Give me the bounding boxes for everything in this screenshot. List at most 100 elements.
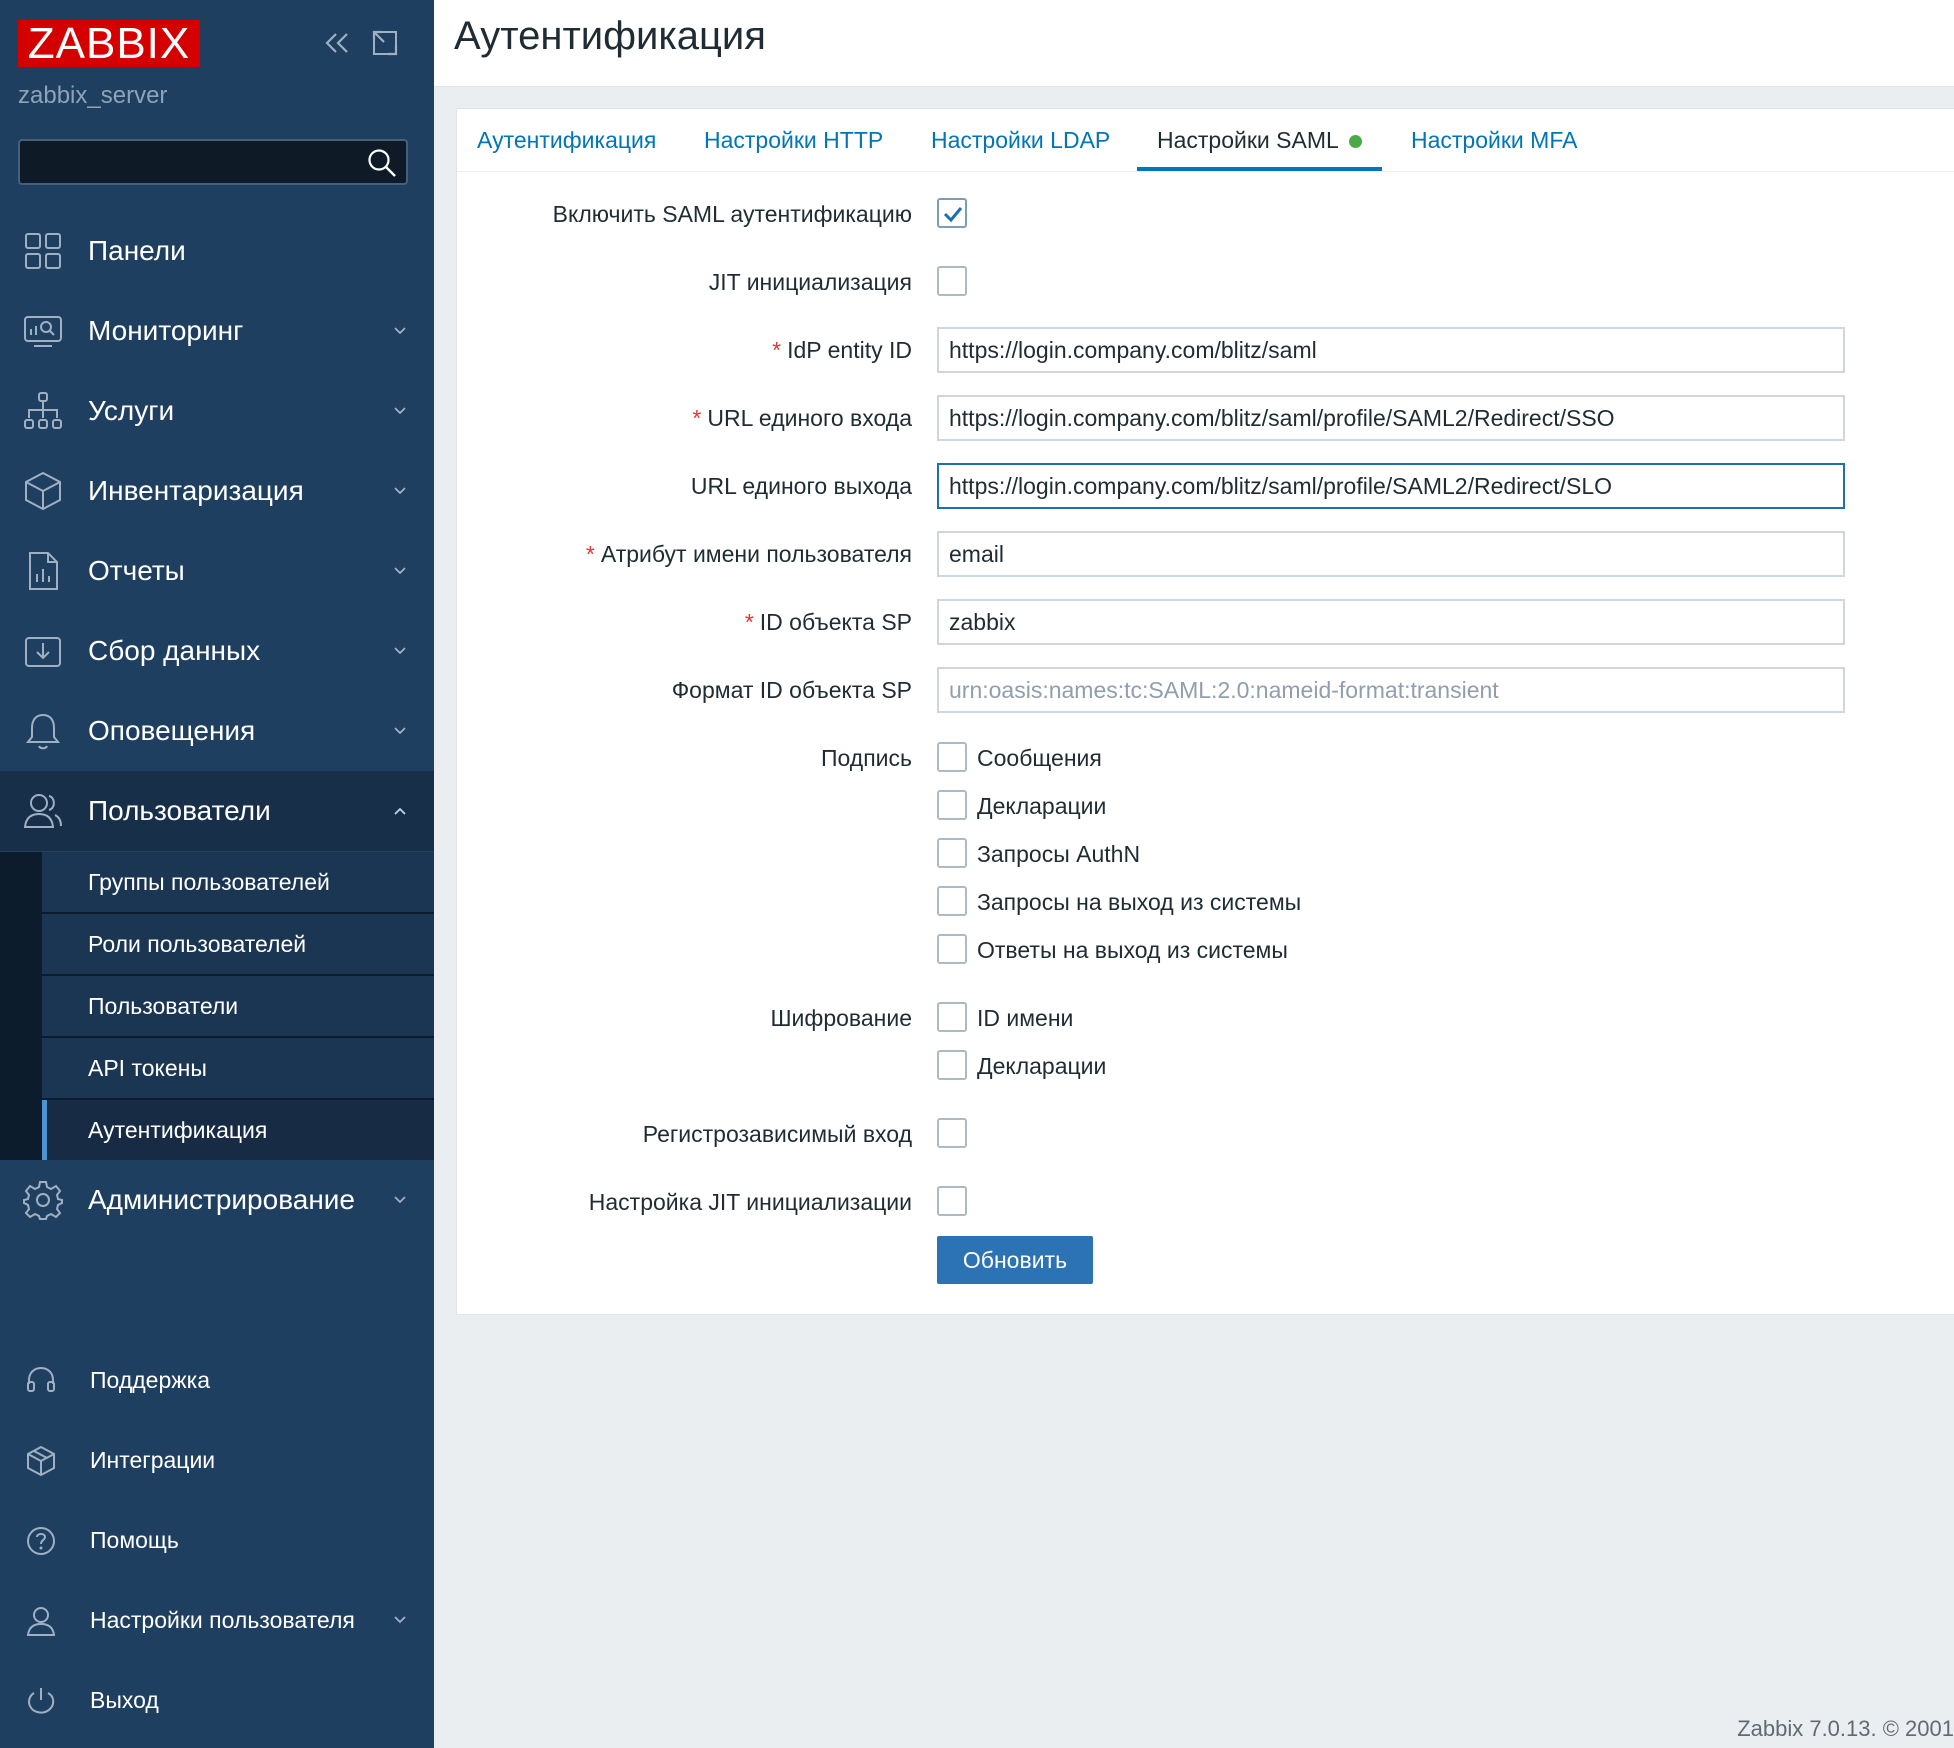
search-input[interactable] xyxy=(20,141,360,183)
idp-entity-id-input[interactable] xyxy=(937,327,1845,373)
sign-authn-requests-checkbox[interactable] xyxy=(937,838,967,868)
chevron-up-icon xyxy=(394,807,406,815)
menu-label: Поддержка xyxy=(90,1367,210,1393)
menu-label: Сбор данных xyxy=(88,635,261,666)
menu-label: Панели xyxy=(88,235,186,266)
submenu-item-user-roles[interactable]: Роли пользователей xyxy=(42,914,434,974)
required-mark: * xyxy=(692,405,702,431)
menu-label: Услуги xyxy=(88,395,175,426)
slo-url-input[interactable] xyxy=(937,463,1845,509)
update-button[interactable]: Обновить xyxy=(937,1236,1093,1284)
required-mark: * xyxy=(744,609,754,635)
username-attribute-input[interactable] xyxy=(937,531,1845,577)
jit-config-checkbox[interactable] xyxy=(937,1186,967,1216)
menu-item-logout[interactable]: Выход xyxy=(0,1660,434,1740)
menu-label: Администрирование xyxy=(88,1184,355,1215)
sign-logout-requests-label: Запросы на выход из системы xyxy=(977,889,1302,915)
sign-messages-label: Сообщения xyxy=(977,745,1102,771)
search-icon[interactable] xyxy=(366,147,398,179)
menu-item-data-collection[interactable]: Сбор данных xyxy=(0,611,434,691)
menu-item-user-settings[interactable]: Настройки пользователя xyxy=(0,1580,434,1660)
submenu-label: Роли пользователей xyxy=(88,931,307,957)
sign-logout-responses-label: Ответы на выход из системы xyxy=(977,937,1288,963)
jit-label: JIT инициализация xyxy=(708,269,912,295)
sign-label: Подпись xyxy=(820,745,912,771)
required-mark: * xyxy=(772,337,782,363)
encrypt-name-id-checkbox[interactable] xyxy=(937,1002,967,1032)
menu-item-integrations[interactable]: Интеграции xyxy=(0,1420,434,1500)
label-text: Атрибут имени пользователя xyxy=(600,541,912,567)
monitoring-icon xyxy=(24,316,62,347)
users-icon xyxy=(23,794,62,828)
kiosk-mode-icon[interactable] xyxy=(368,26,402,60)
chevron-down-icon xyxy=(394,567,406,575)
submenu-item-api-tokens[interactable]: API токены xyxy=(42,1038,434,1098)
enable-saml-label: Включить SAML аутентификацию xyxy=(552,201,912,227)
menu-label: Мониторинг xyxy=(88,315,244,346)
tab-http-settings[interactable]: Настройки HTTP xyxy=(704,109,883,171)
sign-messages-checkbox[interactable] xyxy=(937,742,967,772)
sign-logout-requests-checkbox[interactable] xyxy=(937,886,967,916)
menu-label: Отчеты xyxy=(88,555,185,586)
menu-item-help[interactable]: Помощь xyxy=(0,1500,434,1580)
sign-assertions-checkbox[interactable] xyxy=(937,790,967,820)
enable-saml-checkbox[interactable] xyxy=(937,198,967,228)
slo-url-label: URL единого выхода xyxy=(690,473,912,499)
headset-icon xyxy=(27,1366,55,1392)
power-icon xyxy=(28,1688,55,1714)
integrations-icon xyxy=(27,1445,55,1477)
sidebar-search xyxy=(18,139,408,185)
menu-item-users[interactable]: Пользователи xyxy=(0,771,434,851)
tab-authentication[interactable]: Аутентификация xyxy=(477,109,656,171)
sp-name-id-format-label: Формат ID объекта SP xyxy=(671,677,912,703)
submenu-item-user-groups[interactable]: Группы пользователей xyxy=(42,852,434,912)
zabbix-logo[interactable]: ZABBIX xyxy=(18,20,200,67)
label-text: IdP entity ID xyxy=(787,337,912,363)
encrypt-assertions-label: Декларации xyxy=(977,1053,1107,1079)
encrypt-label: Шифрование xyxy=(770,1005,912,1031)
chevron-down-icon xyxy=(394,1196,406,1204)
menu-item-support[interactable]: Поддержка xyxy=(0,1340,434,1420)
sso-url-input[interactable] xyxy=(937,395,1845,441)
menu-label: Настройки пользователя xyxy=(90,1607,355,1633)
help-icon xyxy=(27,1527,55,1555)
alerts-icon xyxy=(25,713,61,750)
chevron-down-icon xyxy=(394,407,406,415)
menu-item-services[interactable]: Услуги xyxy=(0,371,434,451)
sp-entity-id-input[interactable] xyxy=(937,599,1845,645)
sign-assertions-label: Декларации xyxy=(977,793,1107,819)
submenu-item-users[interactable]: Пользователи xyxy=(42,976,434,1036)
menu-label: Оповещения xyxy=(88,715,256,746)
sidebar: ZABBIX zabbix_server Панели Мониторинг У… xyxy=(0,0,434,1748)
menu-item-administration[interactable]: Администрирование xyxy=(0,1160,434,1240)
menu-item-inventory[interactable]: Инвентаризация xyxy=(0,451,434,531)
footer-copyright: Zabbix 7.0.13. © 2001 xyxy=(1737,1716,1954,1741)
encrypt-name-id-label: ID имени xyxy=(977,1005,1074,1031)
encrypt-assertions-checkbox[interactable] xyxy=(937,1050,967,1080)
submenu-label: API токены xyxy=(88,1055,207,1081)
menu-item-alerts[interactable]: Оповещения xyxy=(0,691,434,771)
tab-label: Настройки SAML xyxy=(1157,127,1339,153)
menu-item-dashboards[interactable]: Панели xyxy=(0,211,434,291)
chevron-down-icon xyxy=(394,487,406,495)
checkmark-icon xyxy=(943,207,963,223)
sp-name-id-format-input[interactable] xyxy=(937,667,1845,713)
tab-saml-settings[interactable]: Настройки SAML xyxy=(1137,109,1382,171)
tab-ldap-settings[interactable]: Настройки LDAP xyxy=(931,109,1110,171)
collapse-sidebar-icon[interactable] xyxy=(320,26,354,60)
chevron-down-icon xyxy=(394,327,406,335)
menu-label: Пользователи xyxy=(88,795,271,826)
menu-item-reports[interactable]: Отчеты xyxy=(0,531,434,611)
jit-checkbox[interactable] xyxy=(937,266,967,296)
menu-label: Помощь xyxy=(90,1527,179,1553)
tab-mfa-settings[interactable]: Настройки MFA xyxy=(1411,109,1577,171)
submenu-label: Аутентификация xyxy=(88,1117,268,1143)
menu-item-monitoring[interactable]: Мониторинг xyxy=(0,291,434,371)
menu-label: Выход xyxy=(90,1687,159,1713)
case-sensitive-checkbox[interactable] xyxy=(937,1118,967,1148)
label-text: ID объекта SP xyxy=(759,609,912,635)
chevron-down-icon xyxy=(394,1616,406,1624)
sp-entity-id-label: * ID объекта SP xyxy=(745,609,912,636)
submenu-item-authentication[interactable]: Аутентификация xyxy=(42,1100,434,1160)
sign-logout-responses-checkbox[interactable] xyxy=(937,934,967,964)
